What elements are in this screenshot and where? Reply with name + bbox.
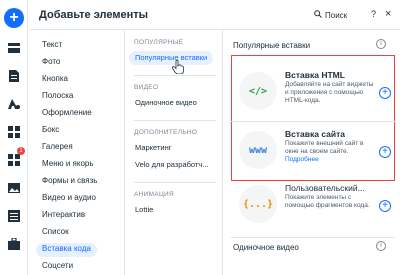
custom-element-icon: {...}: [239, 185, 277, 223]
image-icon[interactable]: [6, 180, 22, 196]
section-title: Популярные вставки: [233, 41, 311, 50]
panel-title: Добавьте элементы: [39, 9, 149, 21]
table-icon[interactable]: [6, 208, 22, 224]
embed-html-item[interactable]: </> Вставка HTML Добавляйте на сайт видж…: [233, 63, 393, 121]
category-interactive[interactable]: Интерактив: [36, 209, 91, 223]
embeds-content: Популярные вставки i </> Вставка HTML До…: [223, 30, 400, 275]
subcategory-single-video[interactable]: Одиночное видео: [129, 96, 203, 110]
add-elements-panel: Добавьте элементы Поиск ? × Текст Фото К…: [30, 0, 400, 275]
globe-icon: www: [239, 131, 277, 169]
info-icon[interactable]: i: [376, 241, 386, 251]
add-item-button[interactable]: +: [379, 200, 391, 212]
category-button[interactable]: Кнопка: [36, 73, 74, 87]
hand-cursor-icon: [172, 59, 184, 79]
category-decorative[interactable]: Оформление: [36, 107, 98, 121]
category-list: Текст Фото Кнопка Полоска Оформление Бок…: [30, 30, 125, 275]
add-item-button[interactable]: +: [379, 146, 391, 158]
notification-badge: 1: [17, 147, 25, 155]
theme-icon[interactable]: [6, 96, 22, 112]
subcategory-header-animation: АНИМАЦИЯ: [134, 191, 175, 198]
item-title: Пользовательский...: [285, 183, 365, 193]
divider: [134, 120, 216, 121]
category-video-audio[interactable]: Видео и аудио: [36, 192, 102, 206]
page-icon[interactable]: [6, 68, 22, 84]
learn-more-link[interactable]: Подробнее: [285, 156, 319, 163]
custom-element-item[interactable]: {...} Пользовательский... Покажите элеме…: [233, 176, 393, 234]
embed-site-item[interactable]: www Вставка сайта Покажите внешний сайт …: [233, 122, 393, 180]
category-gallery[interactable]: Галерея: [36, 141, 79, 155]
add-item-button[interactable]: +: [379, 87, 391, 99]
help-button[interactable]: ?: [371, 9, 376, 19]
briefcase-icon[interactable]: [6, 236, 22, 252]
panel-header: Добавьте элементы Поиск ? ×: [30, 0, 400, 30]
divider: [231, 237, 395, 238]
category-text[interactable]: Текст: [36, 39, 68, 53]
single-video-title: Одиночное видео: [233, 243, 299, 252]
item-title: Вставка HTML: [285, 70, 345, 80]
subcategory-marketing[interactable]: Маркетинг: [129, 141, 177, 155]
category-box[interactable]: Бокс: [36, 124, 65, 138]
item-description: Покажите внешний сайт в окне на своем са…: [285, 140, 364, 155]
item-title: Вставка сайта: [285, 129, 345, 139]
subcategory-velo[interactable]: Velo для разработч...: [129, 158, 215, 172]
search-button[interactable]: Поиск: [314, 10, 347, 20]
code-icon: </>: [239, 72, 277, 110]
subcategory-header-extra: ДОПОЛНИТЕЛЬНО: [134, 129, 198, 136]
add-elements-button[interactable]: +: [4, 8, 24, 28]
item-description: Покажите элементы с помощью фрагментов к…: [285, 194, 370, 209]
item-description: Добавляйте на сайт виджеты и приложения …: [285, 81, 374, 104]
apps-icon[interactable]: [6, 124, 22, 140]
category-strip[interactable]: Полоска: [36, 90, 79, 104]
divider: [134, 182, 216, 183]
category-embed-code[interactable]: Вставка кода: [36, 243, 97, 257]
close-button[interactable]: ×: [385, 8, 391, 20]
category-photo[interactable]: Фото: [36, 56, 66, 70]
subcategory-lottie[interactable]: Lottie: [129, 203, 159, 217]
category-menu-anchor[interactable]: Меню и якорь: [36, 158, 100, 172]
search-icon: [314, 10, 322, 20]
category-list[interactable]: Список: [36, 226, 75, 240]
subcategory-header-popular: ПОПУЛЯРНЫЕ: [134, 39, 184, 46]
category-forms[interactable]: Формы и связь: [36, 175, 103, 189]
menu-icon[interactable]: [6, 40, 22, 56]
info-icon[interactable]: i: [376, 39, 386, 49]
left-toolbar: + 1: [0, 0, 28, 275]
category-social[interactable]: Соцсети: [36, 260, 79, 274]
subcategory-header-video: ВИДЕО: [134, 84, 159, 91]
search-label: Поиск: [325, 10, 348, 20]
